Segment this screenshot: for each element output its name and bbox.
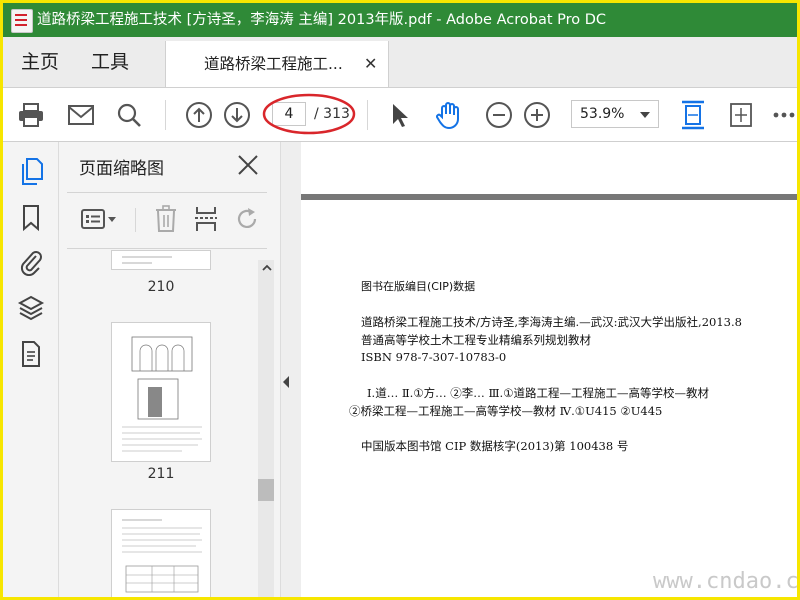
site-watermark: www.cndao.com	[653, 569, 799, 594]
more-tools-button[interactable]	[771, 88, 797, 141]
page-thumbnails-button[interactable]	[15, 156, 47, 188]
fit-page-icon	[730, 102, 752, 127]
search-button[interactable]	[111, 88, 147, 141]
search-icon	[117, 103, 141, 127]
layers-button[interactable]	[15, 292, 47, 324]
thumbnails-panel: 页面缩略图 210 211	[59, 142, 280, 597]
menu-home[interactable]: 主页	[21, 37, 59, 87]
attachments-button[interactable]	[15, 246, 47, 278]
fit-page-button[interactable]	[723, 88, 759, 141]
prev-page-button[interactable]	[181, 88, 217, 141]
panel-title: 页面缩略图	[79, 159, 164, 179]
thumbnail-scrollbar[interactable]	[258, 260, 274, 597]
next-page-button[interactable]	[219, 88, 255, 141]
document-tab-label: 道路桥梁工程施工...	[204, 55, 343, 73]
cip-isbn: ISBN 978-7-307-10783-0	[361, 350, 507, 364]
tab-close-icon[interactable]: ✕	[364, 41, 377, 87]
paperclip-icon	[20, 251, 42, 276]
print-button[interactable]	[13, 88, 49, 141]
list-options-icon	[81, 209, 116, 229]
fit-width-icon	[682, 100, 704, 129]
menu-bar: 主页 工具	[3, 37, 797, 88]
mail-icon	[68, 104, 94, 125]
viewport-margin	[291, 142, 301, 597]
more-icon	[773, 112, 795, 117]
panel-divider	[67, 192, 267, 193]
trash-icon	[156, 205, 176, 232]
cip-line: 中国版本图书馆 CIP 数据核字(2013)第 100438 号	[361, 439, 629, 453]
rotate-icon	[237, 208, 257, 228]
zoom-in-button[interactable]	[519, 88, 555, 141]
bookmarks-button[interactable]	[15, 202, 47, 234]
thumbnail-page-number: 211	[147, 466, 175, 482]
chevron-down-icon	[640, 112, 650, 118]
prev-page-icon	[186, 101, 212, 128]
zoom-value: 53.9%	[580, 106, 625, 122]
toolbar-separator	[165, 100, 166, 130]
panel-separator	[135, 208, 136, 232]
document-tab[interactable]: 道路桥梁工程施工... ✕	[165, 41, 389, 87]
rotate-page-button[interactable]	[231, 202, 265, 236]
scrollbar-thumb[interactable]	[258, 479, 274, 501]
panel-divider	[67, 248, 267, 249]
layers-icon	[17, 295, 45, 321]
mail-button[interactable]	[63, 88, 99, 141]
fit-width-button[interactable]	[675, 88, 711, 141]
thumbnail-options-button[interactable]	[79, 202, 121, 236]
cip-line: ②桥梁工程—工程施工—高等学校—教材 Ⅳ.①U415 ②U445	[349, 404, 663, 418]
zoom-dropdown[interactable]: 53.9%	[571, 100, 659, 128]
cip-line: 普通高等学校土木工程专业精编系列规划教材	[361, 333, 591, 347]
cip-line: Ⅰ.道… Ⅱ.①方… ②李… Ⅲ.①道路工程—工程施工—高等学校—教材	[367, 386, 709, 400]
page-separator	[301, 194, 797, 200]
copy-pages-icon	[22, 158, 43, 185]
thumbnail-page-number: 210	[147, 279, 175, 295]
document-viewport[interactable]: 图书在版编目(CIP)数据 道路桥梁工程施工技术/方诗圣,李海涛主编.—武汉:武…	[291, 142, 797, 597]
main-toolbar: 4 / 313 53.9%	[3, 88, 797, 142]
select-cursor-icon	[393, 103, 408, 127]
navigation-rail	[3, 142, 59, 597]
page-thumbnail[interactable]	[111, 322, 211, 462]
hand-icon	[436, 101, 459, 129]
highlight-circle	[262, 93, 356, 135]
zoom-out-icon	[486, 101, 512, 128]
menu-tools[interactable]: 工具	[91, 37, 129, 87]
toolbar-separator	[367, 100, 368, 130]
app-window: 道路桥梁工程施工技术 [方诗圣，李海涛 主编] 2013年版.pdf - Ado…	[0, 0, 800, 600]
document-properties-button[interactable]	[15, 338, 47, 370]
select-tool-button[interactable]	[385, 88, 415, 141]
acrobat-app-icon	[11, 9, 33, 33]
delete-page-button[interactable]	[149, 202, 183, 236]
next-page-icon	[224, 101, 250, 128]
zoom-out-button[interactable]	[481, 88, 517, 141]
title-bar: 道路桥梁工程施工技术 [方诗圣，李海涛 主编] 2013年版.pdf - Ado…	[3, 3, 797, 37]
scroll-up-icon[interactable]	[261, 260, 273, 274]
cip-heading: 图书在版编目(CIP)数据	[361, 280, 476, 293]
window-title: 道路桥梁工程施工技术 [方诗圣，李海涛 主编] 2013年版.pdf - Ado…	[37, 12, 607, 28]
hand-tool-button[interactable]	[431, 88, 467, 141]
page-thumbnail[interactable]	[111, 509, 211, 597]
collapse-panel-icon[interactable]	[283, 376, 289, 388]
bookmark-icon	[23, 205, 39, 232]
insert-page-icon	[195, 207, 217, 231]
panel-close-icon[interactable]	[235, 152, 261, 178]
print-icon	[19, 102, 43, 127]
insert-page-button[interactable]	[189, 202, 223, 236]
cip-line: 道路桥梁工程施工技术/方诗圣,李海涛主编.—武汉:武汉大学出版社,2013.8	[361, 315, 742, 329]
zoom-in-icon	[524, 101, 550, 128]
page-thumbnail[interactable]	[111, 250, 211, 270]
document-icon	[22, 341, 40, 367]
